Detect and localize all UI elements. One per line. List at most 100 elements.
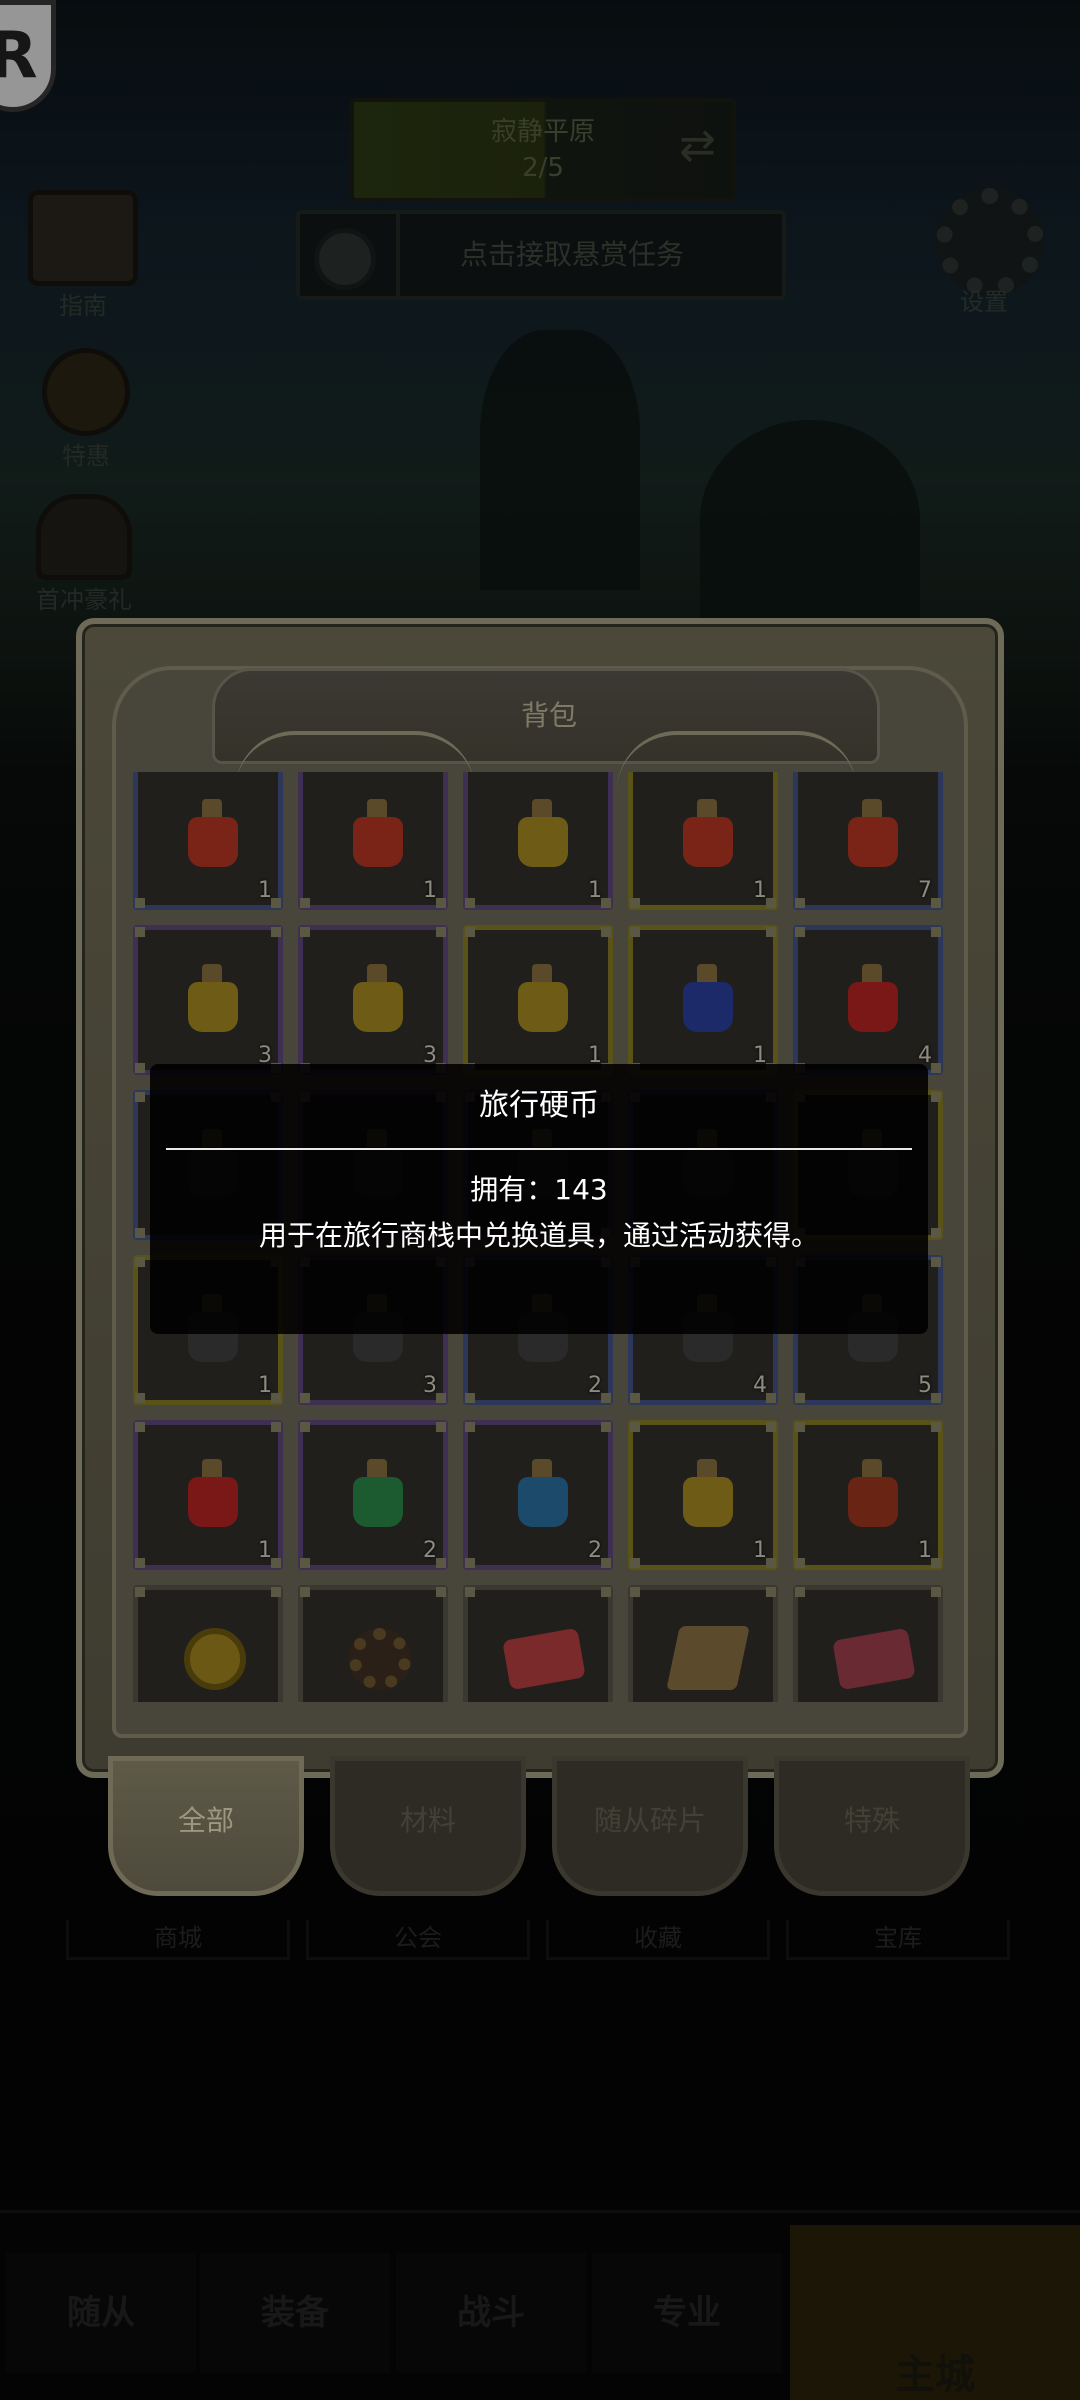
slot-corner xyxy=(601,1393,611,1403)
slot-corner xyxy=(766,1393,776,1403)
slot-corner xyxy=(795,1422,805,1432)
inventory-slot[interactable]: 10 xyxy=(463,1585,613,1702)
filter-tab-special[interactable]: 特殊 xyxy=(774,1756,970,1896)
yellow-potion-icon xyxy=(506,795,576,871)
inventory-slot[interactable]: 1 xyxy=(133,1420,283,1570)
slot-corner xyxy=(766,1422,776,1432)
slot-corner xyxy=(436,1558,446,1568)
slot-corner xyxy=(135,1587,145,1597)
slot-corner xyxy=(271,1393,281,1403)
inventory-slot[interactable]: 2 xyxy=(463,1420,613,1570)
slot-corner xyxy=(601,1422,611,1432)
item-count: 1 xyxy=(423,878,437,903)
inventory-slot[interactable]: 2111 xyxy=(628,1585,778,1702)
inventory-slot[interactable]: 4 xyxy=(793,925,943,1075)
slot-corner xyxy=(601,1587,611,1597)
slot-corner xyxy=(795,898,805,908)
slot-corner xyxy=(300,1393,310,1403)
red-pack-icon xyxy=(832,1620,916,1696)
item-count: 7 xyxy=(918,878,932,903)
inventory-slot[interactable]: 7 xyxy=(793,772,943,910)
inventory-slot[interactable]: 1 xyxy=(133,772,283,910)
inventory-slot[interactable]: 1 xyxy=(793,1420,943,1570)
inventory-slot[interactable]: 1 xyxy=(463,925,613,1075)
slot-corner xyxy=(795,1587,805,1597)
slot-corner xyxy=(135,1228,145,1238)
slot-corner xyxy=(135,1422,145,1432)
slot-corner xyxy=(436,898,446,908)
red-potion-icon xyxy=(836,1455,906,1531)
slot-corner xyxy=(300,1587,310,1597)
slot-corner xyxy=(465,927,475,937)
slot-corner xyxy=(795,1393,805,1403)
inventory-slot[interactable]: 1 xyxy=(628,772,778,910)
inventory-slot[interactable]: 1 xyxy=(463,772,613,910)
slot-corner xyxy=(465,898,475,908)
slot-corner xyxy=(135,1393,145,1403)
item-art xyxy=(349,1628,411,1690)
slot-corner xyxy=(601,1558,611,1568)
slot-corner xyxy=(465,1393,475,1403)
inventory-slot[interactable]: 2 xyxy=(298,1420,448,1570)
inventory-slot[interactable]: 3 xyxy=(133,925,283,1075)
filter-tab-all[interactable]: 全部 xyxy=(108,1756,304,1896)
slot-corner xyxy=(931,1257,941,1267)
slot-corner xyxy=(135,1092,145,1102)
backpack-title: 背包 xyxy=(520,699,577,732)
inventory-slot[interactable]: 8 xyxy=(793,1585,943,1702)
inventory-slot[interactable]: 1 xyxy=(628,925,778,1075)
blue-potion-icon xyxy=(506,1455,576,1531)
slot-corner xyxy=(271,898,281,908)
slot-corner xyxy=(465,1422,475,1432)
slot-corner xyxy=(931,927,941,937)
yellow-potion-icon xyxy=(671,1455,741,1531)
inventory-slot[interactable]: 143 xyxy=(133,1585,283,1702)
slot-corner xyxy=(931,898,941,908)
slot-corner xyxy=(135,1558,145,1568)
slot-corner xyxy=(601,927,611,937)
filter-tabs: 全部 材料 随从碎片 特殊 xyxy=(108,1756,1008,1916)
item-count: 3 xyxy=(423,1373,437,1398)
slot-corner xyxy=(300,898,310,908)
slot-corner xyxy=(135,927,145,937)
slot-corner xyxy=(300,927,310,937)
item-count: 5 xyxy=(918,1373,932,1398)
slot-corner xyxy=(135,898,145,908)
slot-corner xyxy=(630,1587,640,1597)
slot-corner xyxy=(601,898,611,908)
slot-corner xyxy=(436,927,446,937)
slot-corner xyxy=(931,1558,941,1568)
yellow-potion-icon xyxy=(341,960,411,1036)
slot-corner xyxy=(465,1558,475,1568)
item-count: 1 xyxy=(258,878,272,903)
item-art xyxy=(184,1628,246,1690)
slot-corner xyxy=(931,1393,941,1403)
item-art xyxy=(502,1627,586,1691)
slot-corner xyxy=(766,1558,776,1568)
item-count: 1 xyxy=(753,1538,767,1563)
slot-corner xyxy=(271,1558,281,1568)
slot-corner xyxy=(630,1558,640,1568)
item-count: 2 xyxy=(588,1373,602,1398)
inventory-slot[interactable]: 3 xyxy=(298,925,448,1075)
item-count: 1 xyxy=(918,1538,932,1563)
scroll-item-icon xyxy=(666,1620,750,1696)
slot-corner xyxy=(795,1558,805,1568)
item-art xyxy=(832,1627,916,1691)
item-count: 1 xyxy=(258,1538,272,1563)
gear-item-icon xyxy=(341,1620,411,1696)
inventory-slot[interactable]: 1 xyxy=(628,1420,778,1570)
slot-corner xyxy=(931,1587,941,1597)
slot-corner xyxy=(766,1587,776,1597)
inventory-slot[interactable]: 1 xyxy=(298,772,448,910)
item-art xyxy=(666,1626,750,1690)
item-tooltip: 旅行硬币 拥有：143 用于在旅行商栈中兑换道具，通过活动获得。 xyxy=(150,1064,928,1334)
filter-tab-materials[interactable]: 材料 xyxy=(330,1756,526,1896)
inventory-slot[interactable]: 15 xyxy=(298,1585,448,1702)
slot-corner xyxy=(135,1257,145,1267)
slot-corner xyxy=(436,1422,446,1432)
red-potion-icon xyxy=(671,795,741,871)
slot-corner xyxy=(931,1092,941,1102)
slot-corner xyxy=(630,1393,640,1403)
filter-tab-follower-shards[interactable]: 随从碎片 xyxy=(552,1756,748,1896)
